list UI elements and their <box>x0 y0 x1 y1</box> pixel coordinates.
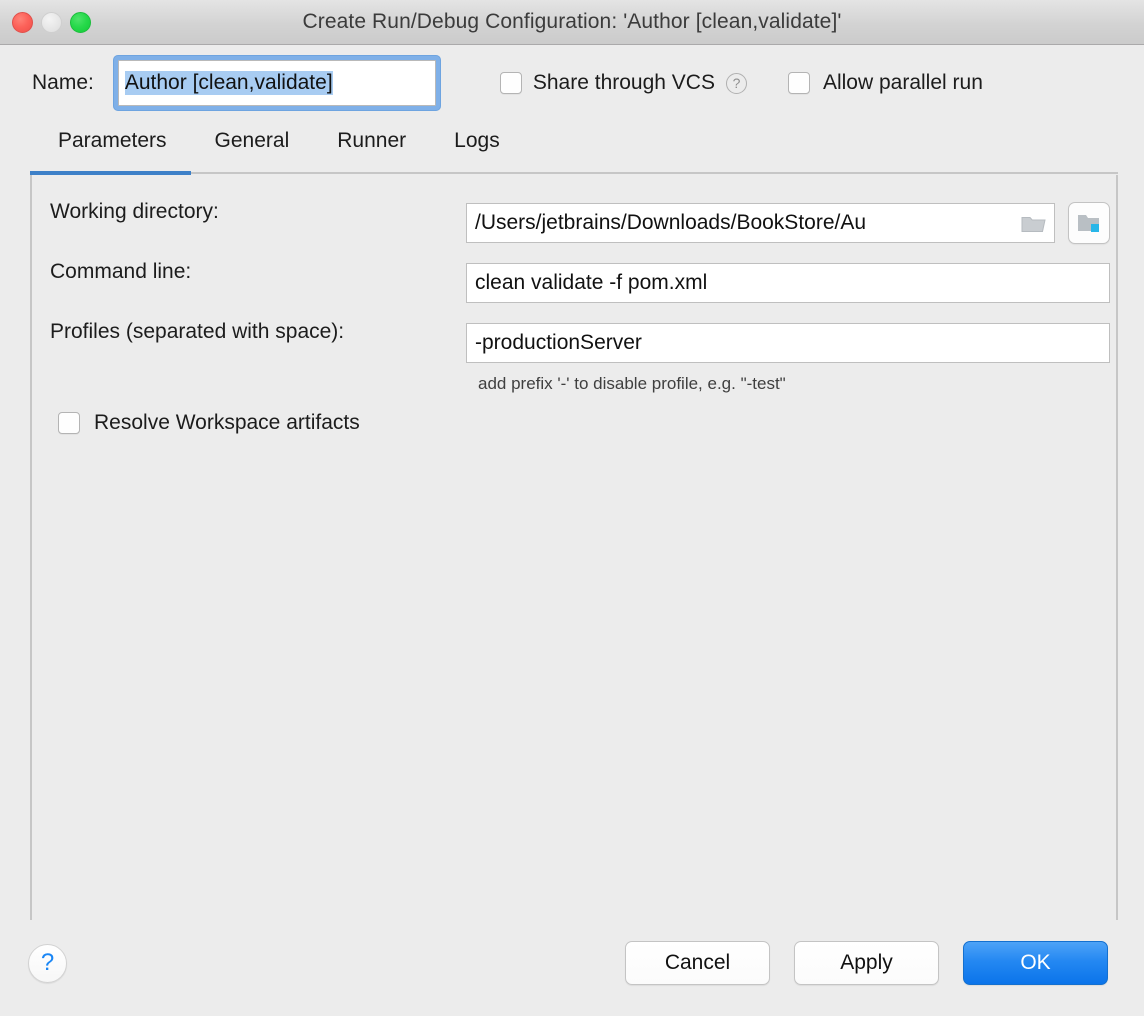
tab-general[interactable]: General <box>191 121 314 153</box>
tab-general-label: General <box>214 129 290 152</box>
parameters-panel: Working directory: /Users/jetbrains/Down… <box>30 175 1118 920</box>
profiles-label: Profiles (separated with space): <box>50 320 345 343</box>
dialog-footer: ? Cancel Apply OK <box>0 920 1144 1006</box>
allow-parallel-run-group: Allow parallel run <box>787 71 983 95</box>
resolve-workspace-artifacts-checkbox[interactable] <box>58 412 80 434</box>
resolve-workspace-artifacts-row: Resolve Workspace artifacts <box>32 411 1116 435</box>
working-directory-value: /Users/jetbrains/Downloads/BookStore/Au <box>475 211 867 234</box>
command-line-label: Command line: <box>50 260 192 283</box>
tab-logs-label: Logs <box>454 129 500 152</box>
profiles-row: Profiles (separated with space): -produc… <box>32 309 1116 363</box>
profiles-input[interactable]: -productionServer <box>466 323 1110 363</box>
module-folder-button[interactable] <box>1068 202 1110 244</box>
profiles-value: -productionServer <box>475 331 642 354</box>
name-row: Name: Share through VCS ? Allow parallel… <box>0 45 1144 121</box>
ok-button[interactable]: OK <box>963 941 1108 985</box>
action-buttons: Cancel Apply OK <box>625 941 1108 985</box>
dialog-window: Create Run/Debug Configuration: 'Author … <box>0 0 1144 1016</box>
close-button[interactable] <box>12 11 33 33</box>
share-through-vcs-label: Share through VCS <box>532 71 715 94</box>
name-field-focus-ring <box>112 55 441 111</box>
share-through-vcs-help-icon[interactable]: ? <box>725 72 747 94</box>
tab-parameters-label: Parameters <box>58 129 167 152</box>
share-through-vcs-checkbox[interactable] <box>499 72 522 94</box>
share-through-vcs-group: Share through VCS ? <box>499 71 747 95</box>
tab-baseline-divider <box>30 172 1118 174</box>
tab-runner-label: Runner <box>337 129 407 152</box>
title-bar: Create Run/Debug Configuration: 'Author … <box>0 0 1144 45</box>
parameters-form: Working directory: /Users/jetbrains/Down… <box>32 189 1116 435</box>
working-directory-label: Working directory: <box>50 200 219 223</box>
profiles-hint: add prefix '-' to disable profile, e.g. … <box>478 374 786 393</box>
tab-parameters[interactable]: Parameters <box>30 121 191 153</box>
window-title: Create Run/Debug Configuration: 'Author … <box>302 10 842 33</box>
tab-logs[interactable]: Logs <box>430 121 524 153</box>
tab-bar: Parameters General Runner Logs <box>0 121 1144 175</box>
apply-button[interactable]: Apply <box>794 941 939 985</box>
allow-parallel-run-label: Allow parallel run <box>822 71 983 94</box>
allow-parallel-run-checkbox[interactable] <box>787 72 810 94</box>
resolve-workspace-artifacts-label: Resolve Workspace artifacts <box>94 411 360 434</box>
command-line-value: clean validate -f pom.xml <box>475 271 708 294</box>
working-directory-input[interactable]: /Users/jetbrains/Downloads/BookStore/Au <box>466 203 1055 243</box>
command-line-row: Command line: clean validate -f pom.xml <box>32 249 1116 303</box>
help-button[interactable]: ? <box>28 943 67 983</box>
minimize-button[interactable] <box>41 11 62 33</box>
cancel-button[interactable]: Cancel <box>625 941 770 985</box>
command-line-input[interactable]: clean validate -f pom.xml <box>466 263 1110 303</box>
tab-runner[interactable]: Runner <box>313 121 430 153</box>
name-label: Name: <box>32 71 94 94</box>
name-input[interactable] <box>117 60 436 106</box>
folder-icon[interactable] <box>1021 213 1047 233</box>
working-directory-row: Working directory: /Users/jetbrains/Down… <box>32 189 1116 244</box>
window-controls <box>12 0 91 44</box>
maximize-button[interactable] <box>70 11 91 33</box>
module-folder-icon <box>1078 214 1099 232</box>
